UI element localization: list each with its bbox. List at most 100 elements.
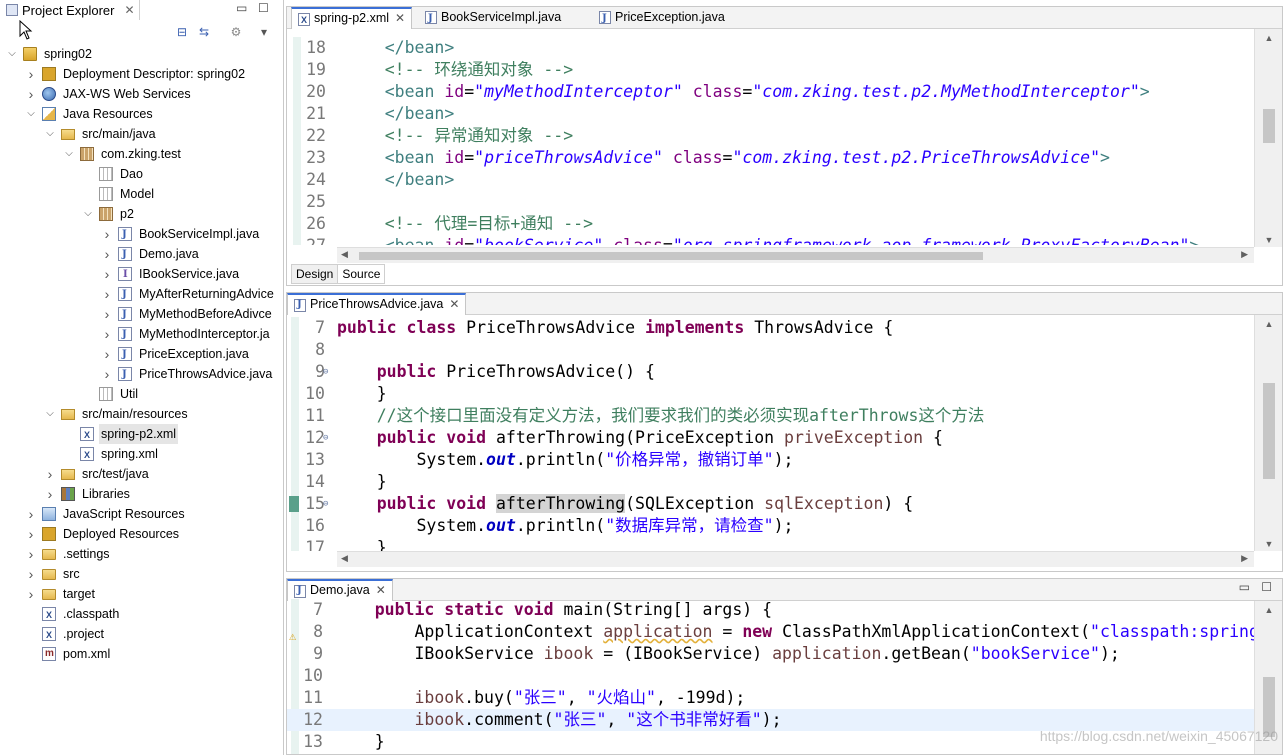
collapsed-twisty-icon[interactable]: ›	[44, 464, 56, 484]
scroll-thumb[interactable]	[1263, 109, 1275, 143]
collapsed-twisty-icon[interactable]: ›	[101, 344, 113, 364]
tree-item[interactable]: .project	[0, 624, 283, 645]
expanded-twisty-icon[interactable]: ⌵	[44, 124, 56, 144]
tree-item[interactable]: › src	[0, 564, 283, 584]
collapsed-twisty-icon[interactable]: ›	[101, 284, 113, 304]
tree-item[interactable]: ⌵ p2	[0, 204, 283, 224]
collapsed-twisty-icon[interactable]: ›	[101, 304, 113, 324]
code-line[interactable]: 18 </bean>	[287, 37, 1254, 59]
code-line[interactable]: 10 }	[287, 383, 1254, 405]
tree-item[interactable]: › MyAfterReturningAdvice	[0, 284, 283, 305]
tree-item[interactable]: › src/test/java	[0, 464, 283, 484]
scroll-up-icon[interactable]: ▲	[1255, 319, 1282, 329]
code-line[interactable]: 10	[287, 665, 1254, 687]
tree-item[interactable]: Dao	[0, 164, 283, 184]
vertical-scrollbar[interactable]: ▲ ▼	[1254, 315, 1282, 551]
scroll-left-icon[interactable]: ◀	[341, 249, 348, 260]
tree-item[interactable]: › MyMethodInterceptor.ja	[0, 324, 283, 345]
collapsed-twisty-icon[interactable]: ›	[25, 504, 37, 524]
collapsed-twisty-icon[interactable]: ›	[25, 584, 37, 604]
fold-icon[interactable]: ⊖	[323, 361, 328, 383]
tree-item[interactable]: › target	[0, 584, 283, 604]
scroll-up-icon[interactable]: ▲	[1255, 605, 1282, 615]
tree-item[interactable]: › Deployment Descriptor: spring02	[0, 64, 283, 84]
collapsed-twisty-icon[interactable]: ›	[101, 364, 113, 384]
code-line[interactable]: 7 public class PriceThrowsAdvice implemen…	[287, 317, 1254, 339]
tree-item[interactable]: › Libraries	[0, 484, 283, 504]
vertical-scrollbar[interactable]: ▲ ▼	[1254, 29, 1282, 247]
tree-item[interactable]: Model	[0, 184, 283, 204]
tree-item[interactable]: spring.xml	[0, 444, 283, 465]
tree-item[interactable]: › PriceException.java	[0, 344, 283, 365]
horizontal-scrollbar[interactable]: ◀ ▶	[337, 551, 1254, 567]
code-line[interactable]: 25	[287, 191, 1254, 213]
code-line[interactable]: 15 ⊖ public void afterThrowing(SQLExcepti…	[287, 493, 1254, 515]
tree-item[interactable]: ⌵ com.zking.test	[0, 144, 283, 164]
collapsed-twisty-icon[interactable]: ›	[25, 84, 37, 104]
minimize-icon[interactable]: ▭	[1239, 580, 1250, 594]
scroll-down-icon[interactable]: ▼	[1255, 539, 1282, 549]
tree-item[interactable]: › JAX-WS Web Services	[0, 84, 283, 104]
collapse-all-icon[interactable]: ⊟	[174, 24, 190, 40]
tree-item[interactable]: › BookServiceImpl.java	[0, 224, 283, 245]
code-line[interactable]: 19 <!-- 环绕通知对象 -->	[287, 59, 1254, 81]
code-line[interactable]: 24 </bean>	[287, 169, 1254, 191]
close-icon[interactable]: ✕	[449, 297, 459, 311]
scroll-left-icon[interactable]: ◀	[341, 553, 348, 564]
maximize-icon[interactable]: ☐	[1261, 580, 1272, 594]
expanded-twisty-icon[interactable]: ⌵	[25, 104, 37, 124]
collapsed-twisty-icon[interactable]: ›	[101, 264, 113, 284]
collapsed-twisty-icon[interactable]: ›	[25, 524, 37, 544]
code-line[interactable]: 7 public static void main(String[] args)…	[287, 599, 1254, 621]
minimize-icon[interactable]: ▭	[236, 1, 247, 15]
link-with-editor-icon[interactable]: ⇆	[196, 24, 212, 40]
tab-demo-java[interactable]: Demo.java ✕	[287, 579, 393, 601]
collapsed-twisty-icon[interactable]: ›	[101, 224, 113, 244]
scroll-thumb[interactable]	[1263, 383, 1275, 479]
tree-item[interactable]: › Demo.java	[0, 244, 283, 265]
code-line[interactable]: 11 //这个接口里面没有定义方法，我们要求我们的类必须实现afterThrow…	[287, 405, 1254, 427]
close-icon[interactable]: ✕	[395, 11, 405, 25]
code-line[interactable]: 17 }	[287, 537, 1254, 551]
tree-item[interactable]: Util	[0, 384, 283, 404]
tab-source[interactable]: Source	[338, 264, 386, 284]
tree-item[interactable]: spring-p2.xml	[0, 424, 283, 445]
code-line[interactable]: 13 System.out.println("价格异常，撤销订单");	[287, 449, 1254, 471]
tab-design[interactable]: Design	[291, 264, 339, 284]
tree-item[interactable]: ⌵ spring02	[0, 44, 283, 64]
tree-item[interactable]: › MyMethodBeforeAdivce	[0, 304, 283, 325]
scroll-up-icon[interactable]: ▲	[1255, 33, 1282, 43]
tree-item[interactable]: ⌵ Java Resources	[0, 104, 283, 124]
code-line[interactable]: 16 System.out.println("数据库异常，请检查");	[287, 515, 1254, 537]
code-line[interactable]: 11 ibook.buy("张三", "火焰山", -199d);	[287, 687, 1254, 709]
expanded-twisty-icon[interactable]: ⌵	[44, 404, 56, 424]
code-line[interactable]: 26 <!-- 代理=目标+通知 -->	[287, 213, 1254, 235]
project-explorer-tab[interactable]: Project Explorer ✕	[0, 0, 140, 20]
code-line[interactable]: 21 </bean>	[287, 103, 1254, 125]
code-line[interactable]: 14 }	[287, 471, 1254, 493]
code-line[interactable]: 22 <!-- 异常通知对象 -->	[287, 125, 1254, 147]
expanded-twisty-icon[interactable]: ⌵	[63, 144, 75, 164]
tree-item[interactable]: › Deployed Resources	[0, 524, 283, 544]
tab-priceexception-java[interactable]: PriceException.java	[593, 7, 731, 29]
fold-icon[interactable]: ⊖	[323, 493, 328, 515]
collapsed-twisty-icon[interactable]: ›	[25, 544, 37, 564]
tree-item[interactable]: pom.xml	[0, 644, 283, 664]
collapsed-twisty-icon[interactable]: ›	[101, 324, 113, 344]
tree-item[interactable]: › IBookService.java	[0, 264, 283, 285]
code-line[interactable]: ⚠ 8 ApplicationContext application = new …	[287, 621, 1254, 643]
maximize-icon[interactable]: ☐	[258, 1, 269, 15]
tree-item[interactable]: ⌵ src/main/java	[0, 124, 283, 144]
expanded-twisty-icon[interactable]: ⌵	[82, 204, 94, 224]
java-source-area[interactable]: 7 public class PriceThrowsAdvice implemen…	[287, 317, 1254, 551]
code-line[interactable]: 23 <bean id="priceThrowsAdvice" class="c…	[287, 147, 1254, 169]
expanded-twisty-icon[interactable]: ⌵	[6, 44, 18, 64]
tab-pricethrowsadvice-java[interactable]: PriceThrowsAdvice.java ✕	[287, 293, 467, 315]
xml-source-area[interactable]: 18 </bean> 19 <!-- 环绕通知对象 --> 20 <bean id=…	[287, 37, 1254, 245]
scroll-down-icon[interactable]: ▼	[1255, 235, 1282, 245]
code-line[interactable]: 27 <bean id="bookService" class="org.spr…	[287, 235, 1254, 245]
code-line[interactable]: 9 IBookService ibook = (IBookService) ap…	[287, 643, 1254, 665]
tree-item[interactable]: .classpath	[0, 604, 283, 625]
code-line[interactable]: 20 <bean id="myMethodInterceptor" class=…	[287, 81, 1254, 103]
tree-item[interactable]: › JavaScript Resources	[0, 504, 283, 524]
